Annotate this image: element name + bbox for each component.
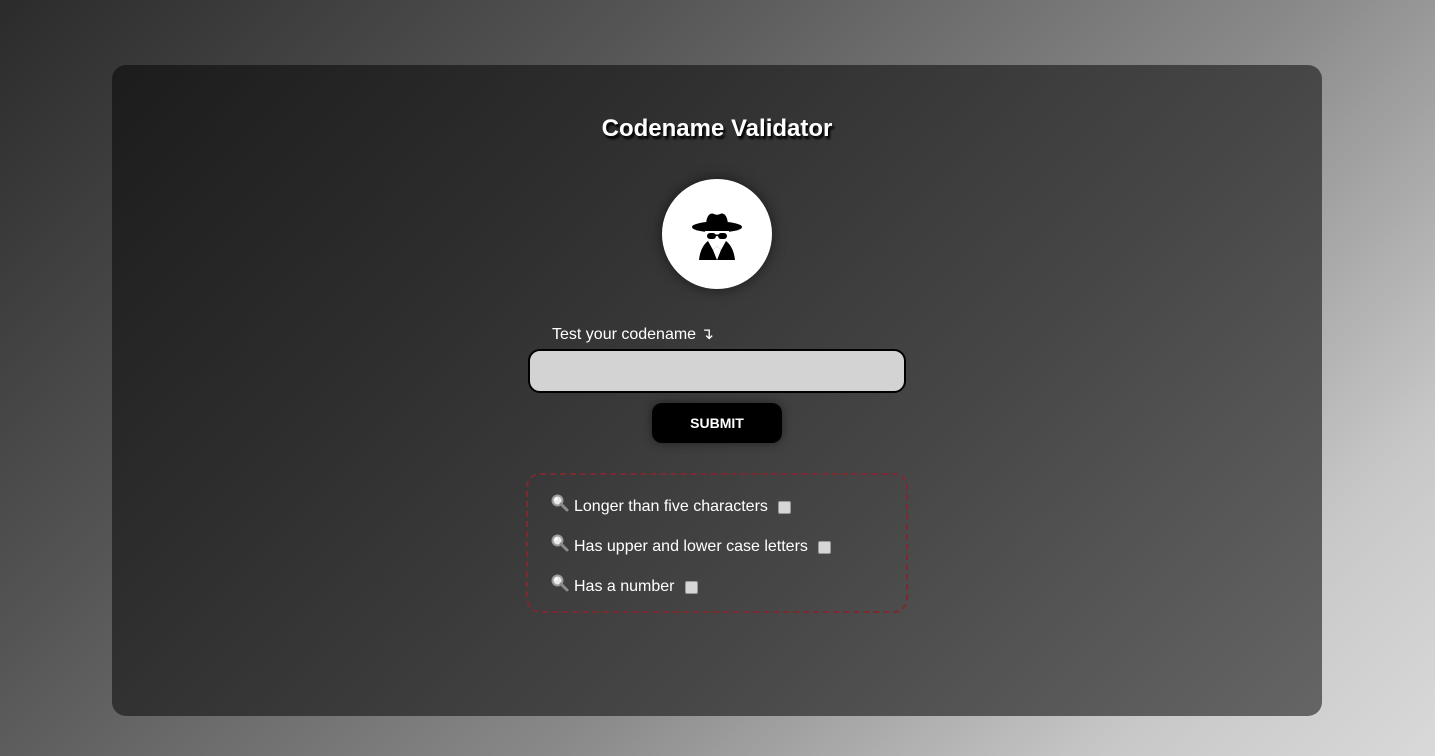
magnifier-icon <box>550 533 570 553</box>
magnifier-icon <box>550 493 570 513</box>
requirement-label: Has a number <box>574 578 675 595</box>
codename-input[interactable] <box>528 349 906 393</box>
requirement-label: Longer than five characters <box>574 498 768 515</box>
codename-field-label: Test your codename ↴ <box>552 326 714 343</box>
requirements-checklist: Longer than five characters Has upper an… <box>526 473 908 613</box>
requirement-label: Has upper and lower case letters <box>574 538 808 555</box>
requirement-checkbox[interactable] <box>817 540 831 554</box>
requirement-number: Has a number <box>550 573 698 599</box>
requirement-checkbox[interactable] <box>684 580 698 594</box>
requirement-case: Has upper and lower case letters <box>550 533 831 559</box>
avatar <box>662 179 772 289</box>
magnifier-icon <box>550 573 570 593</box>
spy-icon <box>692 213 742 260</box>
requirement-checkbox[interactable] <box>777 500 791 514</box>
requirement-length: Longer than five characters <box>550 493 791 519</box>
validator-card: Codename Validator Test your codename ↴ … <box>112 65 1322 716</box>
submit-button[interactable]: SUBMIT <box>652 403 782 443</box>
page-title: Codename Validator <box>601 115 833 142</box>
